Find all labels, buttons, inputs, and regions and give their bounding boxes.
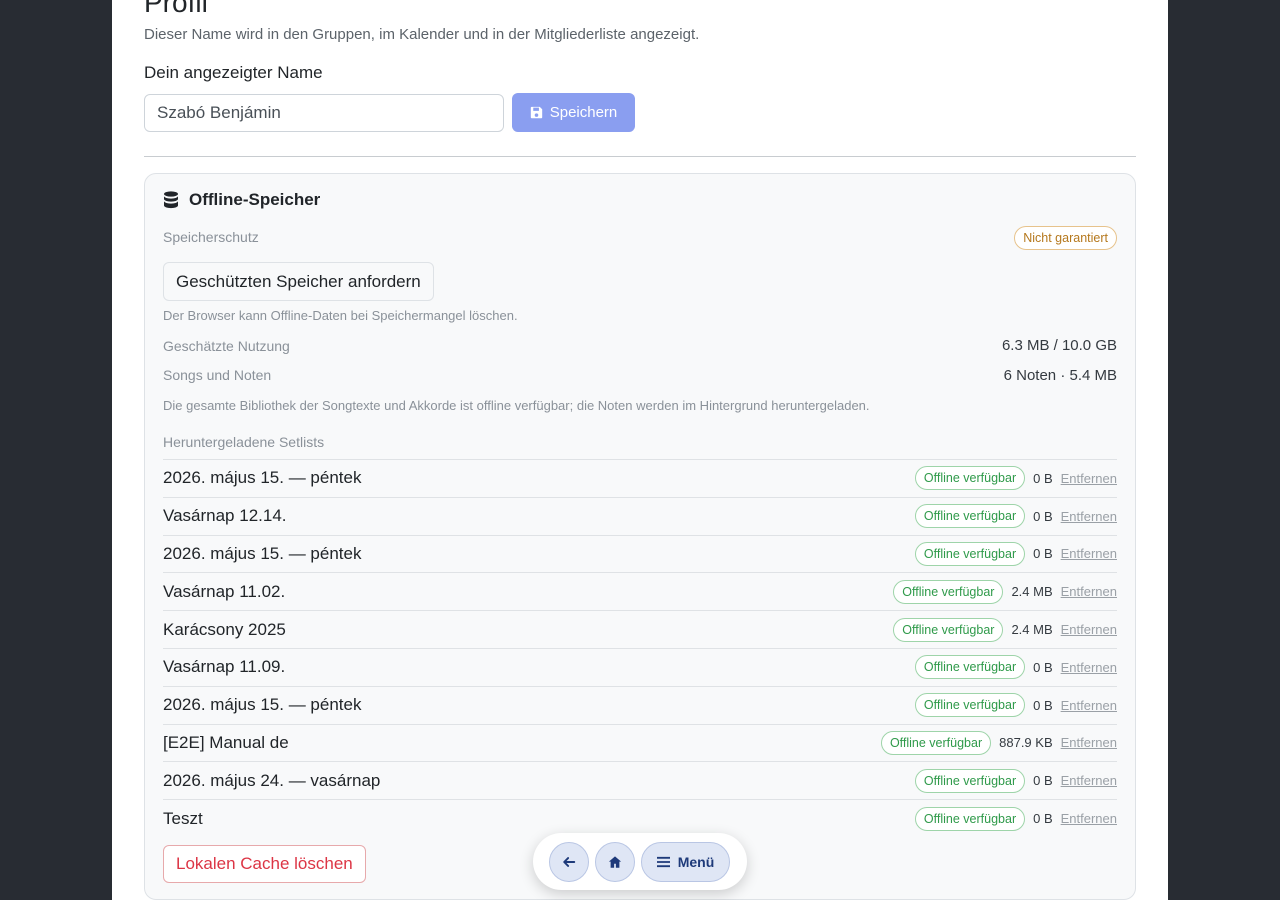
offline-available-badge: Offline verfügbar	[914, 541, 1026, 566]
offline-available-badge: Offline verfügbar	[914, 768, 1026, 793]
name-field-label: Dein angezeigter Name	[144, 63, 323, 82]
hamburger-icon	[656, 856, 670, 867]
setlist-name: 2026. május 15. — péntek	[163, 695, 362, 715]
offline-available-badge: Offline verfügbar	[893, 579, 1004, 604]
setlist-size: 0 B	[1033, 773, 1053, 789]
setlist-size: 887.9 KB	[999, 735, 1053, 751]
setlist-name: Vasárnap 11.02.	[163, 581, 286, 601]
display-name-input[interactable]	[144, 94, 504, 132]
songs-value: 6 Noten · 5.4 MB	[1003, 367, 1117, 384]
protection-status-badge: Nicht garantiert	[1014, 226, 1117, 250]
usage-label: Geschätzte Nutzung	[163, 338, 290, 354]
protection-label: Speicherschutz	[163, 229, 259, 245]
setlist-name: [E2E] Manual de	[163, 732, 289, 752]
offline-storage-header: Offline-Speicher	[163, 190, 320, 210]
setlist-list: 2026. május 15. — péntek Offline verfügba…	[163, 459, 1117, 837]
floppy-disk-icon	[530, 106, 542, 119]
setlist-meta: Offline verfügbar 0 B Entfernen	[914, 466, 1117, 491]
menu-button[interactable]: Menü	[641, 841, 730, 882]
offline-available-badge: Offline verfügbar	[893, 617, 1004, 642]
setlist-row: 2026. május 15. — péntek Offline verfügba…	[163, 534, 1117, 573]
setlist-row: 2026. május 24. — vasárnap Offline verfüg…	[163, 761, 1117, 799]
setlist-meta: Offline verfügbar 0 B Entfernen	[914, 693, 1117, 718]
setlist-row: 2026. május 15. — péntek Offline verfügba…	[163, 685, 1117, 724]
profile-panel: Profil Dieser Name wird in den Gruppen, …	[112, 0, 1168, 900]
remove-setlist-link[interactable]: Entfernen	[1061, 622, 1117, 637]
setlist-size: 2.4 MB	[1011, 622, 1053, 638]
setlist-row: Vasárnap 12.14. Offline verfügbar 0 B Entfe…	[163, 496, 1117, 535]
back-button[interactable]	[549, 841, 589, 882]
protection-note: Der Browser kann Offline-Daten bei Speic…	[163, 308, 518, 323]
setlist-size: 0 B	[1033, 546, 1053, 562]
setlist-meta: Offline verfügbar 0 B Entfernen	[914, 541, 1117, 566]
setlist-size: 0 B	[1033, 697, 1053, 713]
offline-available-badge: Offline verfügbar	[914, 806, 1026, 831]
library-note: Die gesamte Bibliothek der Songtexte und…	[163, 398, 870, 413]
setlist-name: Karácsony 2025	[163, 619, 286, 639]
offline-available-badge: Offline verfügbar	[914, 504, 1026, 529]
setlist-name: Teszt	[163, 808, 203, 828]
bottom-nav: Menü	[533, 833, 747, 890]
save-button-label: Speichern	[549, 104, 618, 121]
offline-available-badge: Offline verfügbar	[914, 693, 1026, 718]
remove-setlist-link[interactable]: Entfernen	[1061, 584, 1117, 599]
setlist-row: Karácsony 2025 Offline verfügbar 2.4 MB Ent…	[163, 610, 1117, 648]
setlist-meta: Offline verfügbar 887.9 KB Entfernen	[880, 730, 1117, 755]
setlist-meta: Offline verfügbar 2.4 MB Entfernen	[893, 579, 1117, 604]
offline-available-badge: Offline verfügbar	[914, 655, 1026, 680]
profile-description: Dieser Name wird in den Gruppen, im Kale…	[144, 26, 700, 43]
arrow-left-icon	[563, 856, 576, 867]
section-divider	[144, 156, 1136, 157]
clear-cache-button[interactable]: Lokalen Cache löschen	[163, 845, 366, 883]
remove-setlist-link[interactable]: Entfernen	[1061, 660, 1117, 675]
remove-setlist-link[interactable]: Entfernen	[1061, 811, 1117, 826]
setlist-name: 2026. május 15. — péntek	[163, 543, 362, 563]
setlist-meta: Offline verfügbar 0 B Entfernen	[914, 655, 1117, 680]
request-protected-storage-button[interactable]: Geschützten Speicher anfordern	[163, 262, 434, 301]
setlist-row: Vasárnap 11.09. Offline verfügbar 0 B Entfe…	[163, 647, 1117, 686]
setlist-row: [E2E] Manual de Offline verfügbar 887.9 KB…	[163, 723, 1117, 762]
setlist-meta: Offline verfügbar 0 B Entfernen	[914, 806, 1117, 831]
setlist-name: Vasárnap 12.14.	[163, 506, 287, 526]
remove-setlist-link[interactable]: Entfernen	[1061, 773, 1117, 788]
offline-available-badge: Offline verfügbar	[914, 466, 1026, 491]
remove-setlist-link[interactable]: Entfernen	[1061, 546, 1117, 561]
usage-value: 6.3 MB / 10.0 GB	[1001, 337, 1117, 354]
menu-button-label: Menü	[677, 853, 715, 870]
setlist-name: Vasárnap 11.09.	[163, 657, 286, 677]
setlist-row: Teszt Offline verfügbar 0 B Entfernen	[163, 799, 1117, 837]
setlist-size: 0 B	[1033, 811, 1053, 827]
setlist-meta: Offline verfügbar 2.4 MB Entfernen	[893, 617, 1117, 642]
setlist-name: 2026. május 15. — péntek	[163, 468, 362, 488]
setlists-label: Heruntergeladene Setlists	[163, 434, 325, 450]
setlist-name: 2026. május 24. — vasárnap	[163, 770, 381, 790]
setlist-size: 0 B	[1033, 659, 1053, 675]
offline-storage-title: Offline-Speicher	[189, 190, 321, 209]
setlist-size: 2.4 MB	[1011, 584, 1053, 600]
setlist-size: 0 B	[1033, 470, 1053, 486]
offline-storage-card: Offline-Speicher Speicherschutz Nicht ga…	[144, 173, 1136, 900]
remove-setlist-link[interactable]: Entfernen	[1061, 735, 1117, 750]
setlist-meta: Offline verfügbar 0 B Entfernen	[914, 768, 1117, 793]
setlist-row: 2026. május 15. — péntek Offline verfügba…	[163, 459, 1117, 497]
songs-label: Songs und Noten	[163, 367, 272, 383]
remove-setlist-link[interactable]: Entfernen	[1061, 471, 1117, 486]
setlist-row: Vasárnap 11.02. Offline verfügbar 2.4 MB En…	[163, 572, 1117, 610]
remove-setlist-link[interactable]: Entfernen	[1061, 698, 1117, 713]
setlist-size: 0 B	[1033, 508, 1053, 524]
page-title: Profil	[144, 0, 208, 18]
remove-setlist-link[interactable]: Entfernen	[1061, 509, 1117, 524]
database-icon	[164, 191, 178, 209]
save-button[interactable]: Speichern	[512, 93, 635, 132]
setlist-meta: Offline verfügbar 0 B Entfernen	[914, 504, 1117, 529]
offline-available-badge: Offline verfügbar	[880, 730, 992, 755]
home-icon	[608, 855, 622, 868]
home-button[interactable]	[595, 841, 635, 882]
